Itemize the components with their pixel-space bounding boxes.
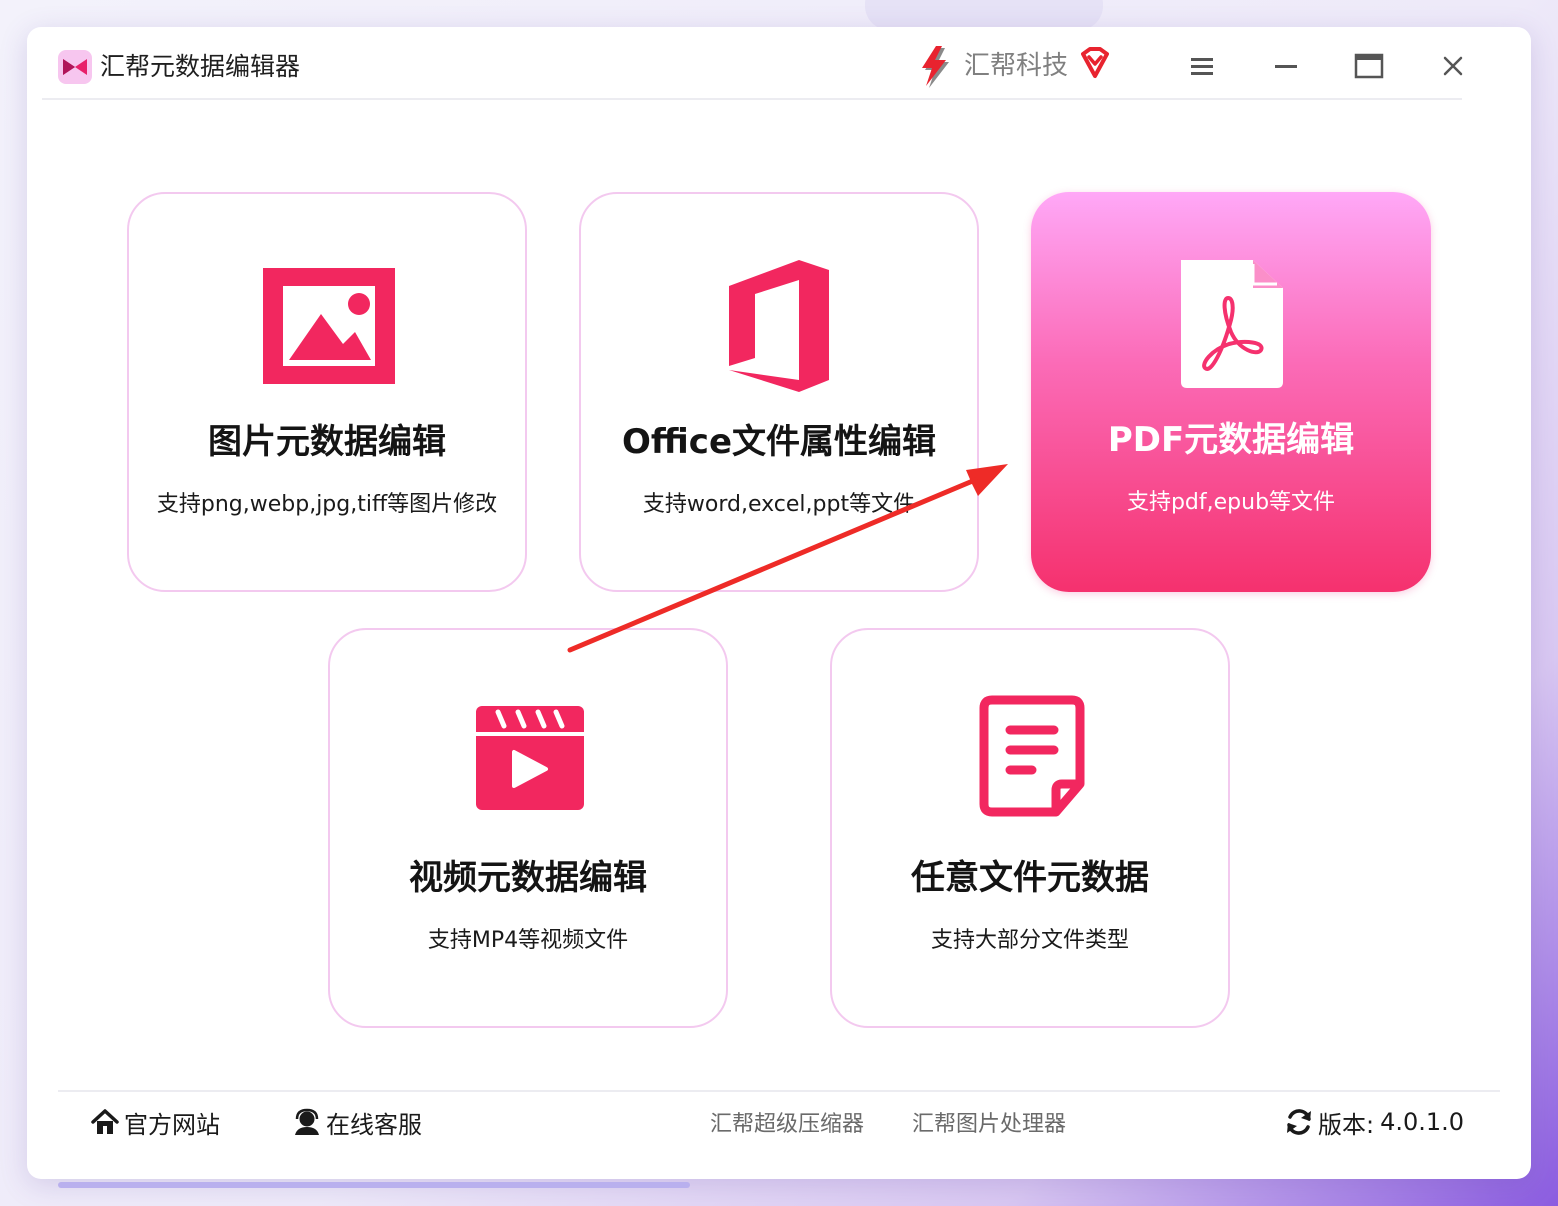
minimize-button[interactable] — [1266, 46, 1306, 86]
menu-button[interactable] — [1182, 46, 1222, 86]
super-compressor-link[interactable]: 汇帮超级压缩器 — [710, 1104, 864, 1140]
brand-name: 汇帮科技 — [964, 51, 1069, 81]
card-title: Office文件属性编辑 — [621, 422, 937, 462]
image-metadata-card[interactable]: 图片元数据编辑 支持png,webp,jpg,tiff等图片修改 — [127, 192, 527, 592]
close-icon — [1443, 56, 1463, 76]
horizontal-scrollbar[interactable] — [58, 1182, 690, 1188]
app-title: 汇帮元数据编辑器 — [100, 52, 301, 81]
vip-diamond-icon[interactable] — [1078, 46, 1112, 80]
maximize-icon — [1354, 53, 1384, 79]
card-title: 任意文件元数据 — [911, 858, 1149, 898]
hamburger-menu-icon — [1191, 58, 1213, 75]
card-title: 图片元数据编辑 — [208, 422, 446, 462]
video-metadata-card[interactable]: 视频元数据编辑 支持MP4等视频文件 — [328, 628, 728, 1028]
refresh-icon — [1287, 1109, 1311, 1135]
office-icon — [729, 260, 829, 392]
office-properties-card[interactable]: Office文件属性编辑 支持word,excel,ppt等文件 — [579, 192, 979, 592]
footer-bar: 官方网站 在线客服 汇帮超级压缩器 汇帮图片处理器 版本: 4.0.1.0 — [58, 1090, 1500, 1154]
version-check[interactable]: 版本: 4.0.1.0 — [1284, 1104, 1464, 1140]
document-icon — [979, 695, 1085, 817]
home-icon — [91, 1109, 119, 1134]
any-file-metadata-card[interactable]: 任意文件元数据 支持大部分文件类型 — [830, 628, 1230, 1028]
app-logo-icon — [58, 50, 92, 84]
online-support-link[interactable]: 在线客服 — [292, 1104, 422, 1140]
card-subtitle: 支持pdf,epub等文件 — [1126, 490, 1336, 515]
image-icon — [263, 268, 395, 384]
official-website-link[interactable]: 官方网站 — [90, 1104, 220, 1140]
video-clapper-icon — [476, 706, 584, 810]
online-support-label: 在线客服 — [326, 1110, 422, 1139]
card-subtitle: 支持png,webp,jpg,tiff等图片修改 — [156, 492, 498, 517]
version-label: 版本: — [1318, 1110, 1375, 1139]
maximize-button[interactable] — [1349, 46, 1389, 86]
title-bar: 汇帮元数据编辑器 汇帮科技 — [42, 40, 1463, 100]
image-processor-link[interactable]: 汇帮图片处理器 — [912, 1104, 1066, 1140]
card-title: 视频元数据编辑 — [409, 858, 647, 898]
close-button[interactable] — [1433, 46, 1473, 86]
background-tab-shape — [865, 0, 1103, 30]
minimize-icon — [1275, 65, 1297, 68]
card-subtitle: 支持word,excel,ppt等文件 — [642, 492, 916, 517]
card-title: PDF元数据编辑 — [1107, 420, 1355, 460]
version-number: 4.0.1.0 — [1380, 1108, 1465, 1136]
pdf-file-icon — [1181, 260, 1283, 388]
pdf-metadata-card[interactable]: PDF元数据编辑 支持pdf,epub等文件 — [1031, 192, 1431, 592]
official-website-label: 官方网站 — [124, 1110, 220, 1139]
card-subtitle: 支持大部分文件类型 — [930, 928, 1129, 953]
brand-logo-icon — [922, 46, 949, 88]
card-subtitle: 支持MP4等视频文件 — [427, 928, 629, 953]
customer-service-icon — [295, 1108, 319, 1135]
